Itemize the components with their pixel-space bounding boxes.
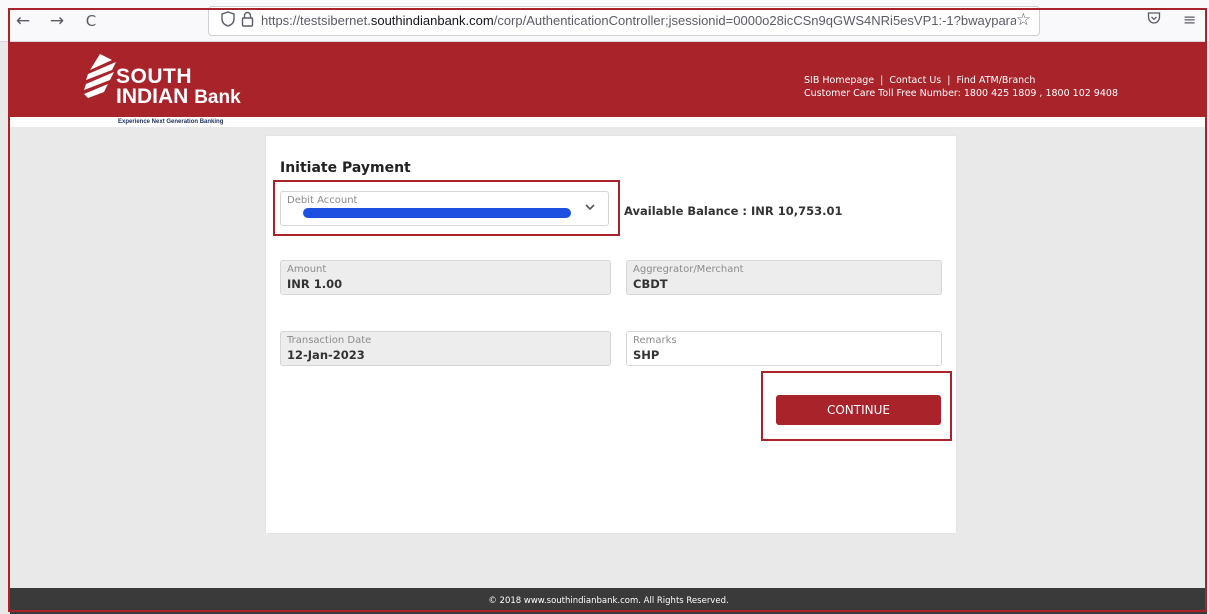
pocket-icon[interactable] — [1147, 10, 1161, 30]
link-separator: | — [880, 75, 884, 86]
page-footer: © 2018 www.southindianbank.com. All Righ… — [10, 588, 1207, 614]
remarks-label: Remarks — [633, 335, 677, 346]
copyright-text: © 2018 www.southindianbank.com. All Righ… — [488, 596, 729, 606]
contact-us-link[interactable]: Contact Us — [889, 75, 941, 86]
logo-indian-text: INDIAN Bank — [116, 85, 241, 108]
continue-highlight — [761, 371, 952, 441]
url-path: /corp/AuthenticationController;jsessioni… — [493, 13, 1016, 28]
header-nav-links: SIB Homepage | Contact Us | Find ATM/Branch — [804, 74, 1118, 87]
lock-icon[interactable] — [241, 11, 254, 32]
aggregator-field: Aggregrator/Merchant CBDT — [626, 260, 942, 295]
url-text[interactable]: https://testsibernet.southindianbank.com… — [261, 13, 1016, 28]
browser-toolbar: ← → C https://testsibernet.southindianba… — [0, 0, 1209, 42]
address-bar[interactable]: https://testsibernet.southindianbank.com… — [208, 6, 1040, 36]
find-atm-branch-link[interactable]: Find ATM/Branch — [956, 75, 1035, 86]
bookmark-star-icon[interactable]: ☆ — [1016, 10, 1031, 30]
page-title: Initiate Payment — [280, 160, 411, 176]
transaction-date-value: 12-Jan-2023 — [287, 348, 365, 362]
amount-field: Amount INR 1.00 — [280, 260, 611, 295]
url-domain: southindianbank.com — [370, 13, 494, 28]
bank-tagline: Experience Next Generation Banking — [118, 119, 224, 125]
amount-label: Amount — [287, 264, 327, 275]
bank-logo-wordmark[interactable]: SOUTH INDIAN Bank — [116, 65, 241, 108]
shield-icon[interactable] — [221, 11, 235, 32]
hamburger-menu-icon[interactable]: ≡ — [1183, 10, 1196, 30]
reload-icon[interactable]: C — [80, 10, 102, 32]
remarks-field[interactable]: Remarks SHP — [626, 331, 942, 366]
aggregator-label: Aggregrator/Merchant — [633, 264, 744, 275]
header-links: SIB Homepage | Contact Us | Find ATM/Branch … — [804, 74, 1118, 100]
available-balance: Available Balance : INR 10,753.01 — [624, 204, 843, 218]
transaction-date-label: Transaction Date — [287, 335, 372, 346]
link-separator: | — [947, 75, 951, 86]
logo-bank-word: Bank — [194, 87, 241, 108]
transaction-date-field: Transaction Date 12-Jan-2023 — [280, 331, 611, 366]
sib-homepage-link[interactable]: SIB Homepage — [804, 75, 874, 86]
logo-indian-word: INDIAN — [116, 85, 189, 108]
forward-arrow-icon[interactable]: → — [46, 10, 68, 32]
url-prefix: https://testsibernet. — [261, 13, 371, 28]
back-arrow-icon[interactable]: ← — [12, 10, 34, 32]
bank-header: SOUTH INDIAN Bank SIB Homepage | Contact U… — [10, 42, 1207, 117]
aggregator-value: CBDT — [633, 277, 668, 291]
remarks-value[interactable]: SHP — [633, 348, 659, 362]
amount-value: INR 1.00 — [287, 277, 343, 291]
logo-south-text: SOUTH — [116, 65, 192, 88]
customer-care-text: Customer Care Toll Free Number: 1800 425… — [804, 88, 1118, 99]
debit-account-highlight — [273, 180, 620, 236]
